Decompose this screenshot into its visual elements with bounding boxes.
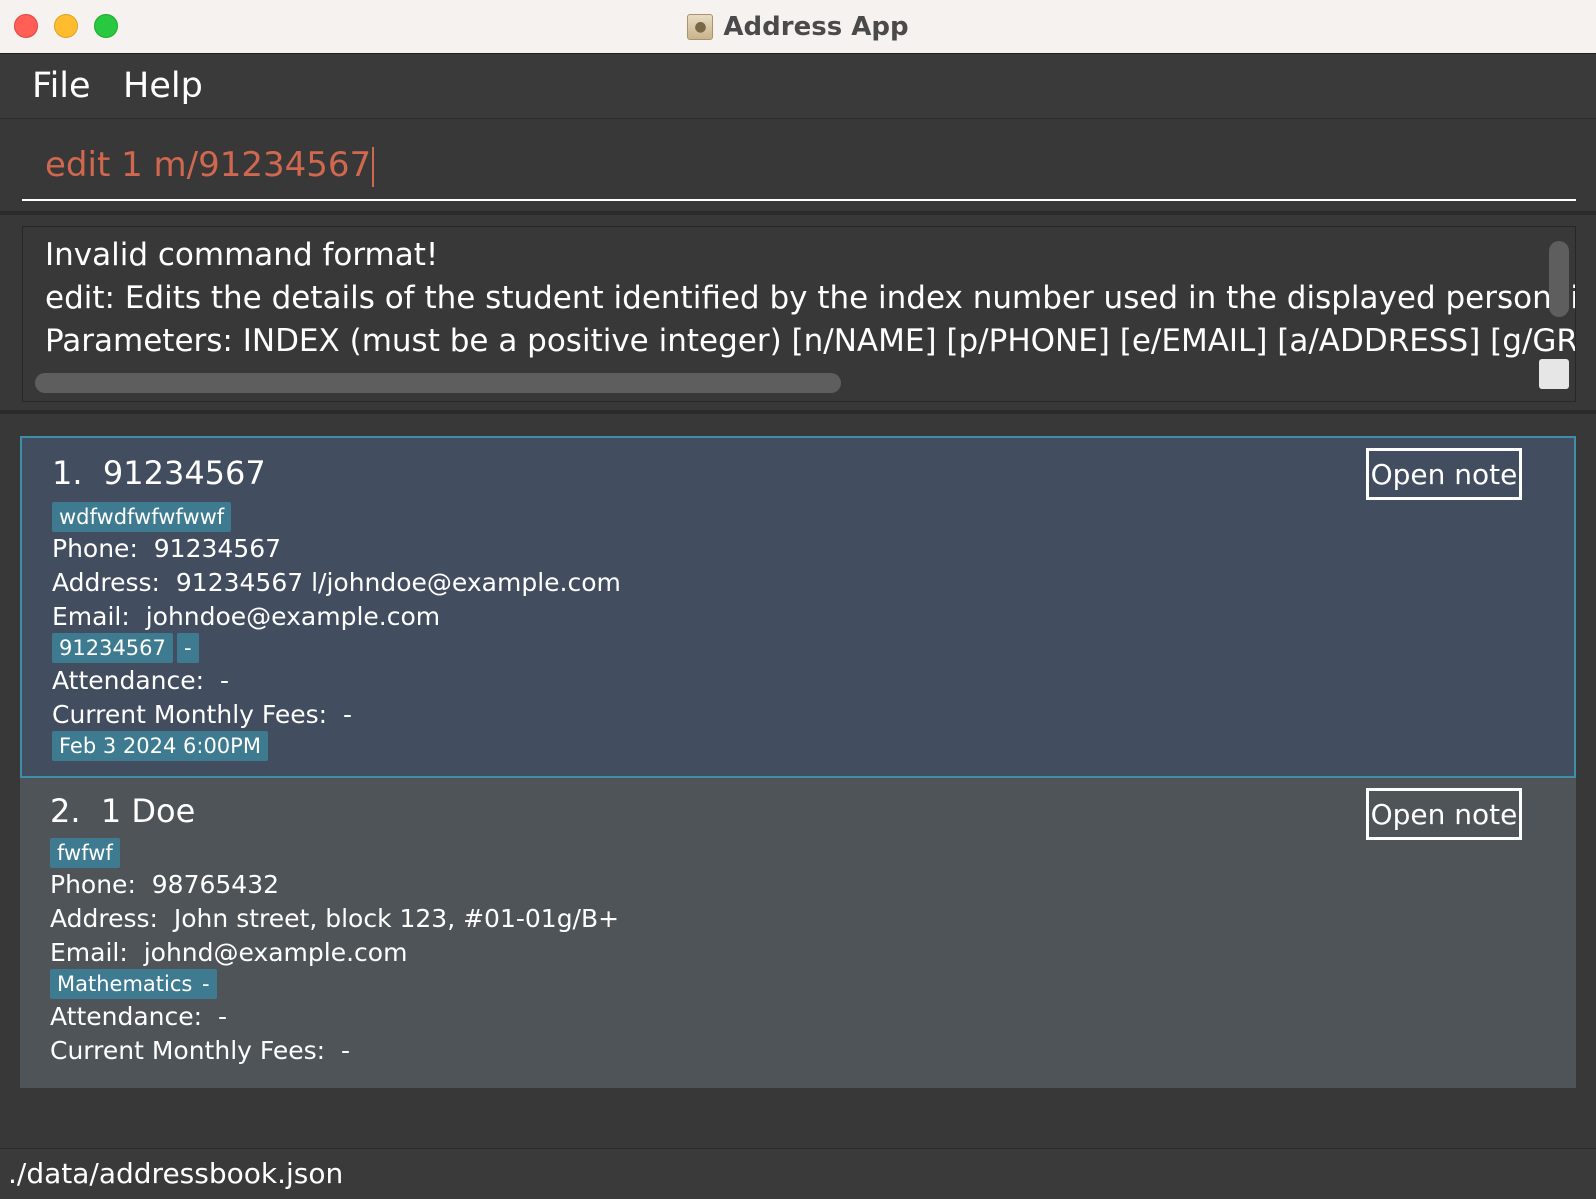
person-name: 1. 91234567 (52, 454, 266, 492)
open-note-button[interactable]: Open note (1366, 448, 1522, 500)
result-line: edit: Edits the details of the student i… (45, 280, 1576, 316)
person-card[interactable]: 2. 1 Doe fwfwf Phone: 98765432 Address: … (20, 778, 1576, 1088)
horizontal-scrollbar[interactable] (35, 373, 841, 393)
scroll-corner (1539, 359, 1569, 389)
attendance-field: Attendance: - (52, 666, 230, 695)
command-input[interactable]: edit 1 m/91234567 (22, 139, 1576, 201)
phone-field: Phone: 98765432 (50, 870, 280, 899)
attendance-field: Attendance: - (50, 1002, 228, 1031)
divider (0, 211, 1596, 215)
grade-badge: - (195, 969, 217, 999)
address-book-icon: ● (687, 13, 714, 40)
grade-badge: - (177, 633, 199, 663)
tag-badge: wdfwdfwfwfwwf (52, 502, 232, 532)
result-display[interactable]: Invalid command format! edit: Edits the … (22, 226, 1576, 402)
menu-help[interactable]: Help (123, 66, 203, 106)
person-name: 2. 1 Doe (50, 792, 196, 830)
subject-badge: 91234567 (52, 633, 173, 663)
vertical-scrollbar[interactable] (1549, 241, 1569, 317)
status-bar: ./data/addressbook.json (0, 1148, 1596, 1199)
phone-field: Phone: 91234567 (52, 534, 282, 563)
divider (0, 410, 1596, 414)
lesson-badge: Feb 3 2024 6:00PM (52, 731, 268, 761)
address-field: Address: 91234567 l/johndoe@example.com (52, 568, 621, 597)
window-title: Address App (723, 11, 909, 42)
save-location: ./data/addressbook.json (8, 1157, 344, 1190)
fees-field: Current Monthly Fees: - (52, 700, 353, 729)
person-card[interactable]: 1. 91234567 wdfwdfwfwfwwf Phone: 9123456… (20, 436, 1576, 778)
result-line: Invalid command format! (45, 237, 439, 273)
email-field: Email: johndoe@example.com (52, 602, 441, 631)
result-line: Parameters: INDEX (must be a positive in… (45, 323, 1576, 359)
title-bar: ● Address App (0, 0, 1596, 54)
tag-badge: fwfwf (50, 838, 120, 868)
menu-file[interactable]: File (32, 66, 91, 106)
command-text: edit 1 m/91234567 (45, 145, 372, 185)
text-caret (372, 146, 375, 187)
person-list[interactable]: 1. 91234567 wdfwdfwfwfwwf Phone: 9123456… (20, 436, 1576, 1088)
subject-badge: Mathematics (50, 969, 200, 999)
menu-bar: File Help (0, 54, 1596, 119)
fees-field: Current Monthly Fees: - (50, 1036, 351, 1065)
email-field: Email: johnd@example.com (50, 938, 408, 967)
address-field: Address: John street, block 123, #01-01g… (50, 904, 620, 933)
open-note-button[interactable]: Open note (1366, 788, 1522, 840)
command-area: edit 1 m/91234567 (0, 119, 1596, 211)
